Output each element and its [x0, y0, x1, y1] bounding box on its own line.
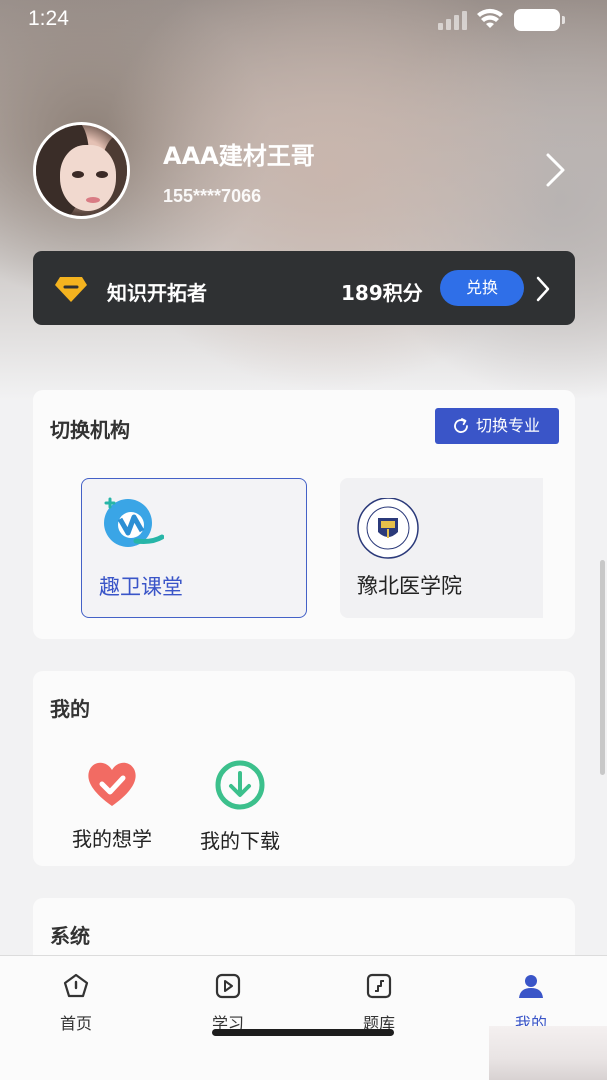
scrollbar[interactable] — [600, 560, 605, 775]
institution-list[interactable]: 趣卫课堂 豫北医学院 — [33, 476, 543, 618]
heart-check-icon — [88, 762, 136, 806]
membership-level: 知识开拓者 — [107, 281, 207, 305]
tab-home-label: 首页 — [59, 1014, 92, 1033]
diamond-badge-icon — [55, 277, 87, 302]
username: AAA建材王哥 — [163, 142, 315, 170]
exchange-button[interactable]: 兑换 — [440, 270, 524, 306]
tab-home[interactable]: 首页 — [36, 972, 116, 1034]
chevron-right-icon[interactable] — [540, 152, 570, 188]
my-wishlist-label: 我的想学 — [72, 827, 152, 851]
institution-name: 豫北医学院 — [357, 574, 462, 598]
avatar[interactable] — [33, 122, 130, 219]
institution-name: 趣卫课堂 — [99, 575, 183, 599]
institution-card: 切换机构 切换专业 趣卫课堂 豫北医学院 — [33, 390, 575, 639]
qwkt-logo-icon — [104, 497, 164, 547]
wifi-icon — [477, 8, 503, 28]
status-bar: 1:24 — [0, 0, 607, 40]
signal-icon — [438, 10, 468, 30]
tab-mine[interactable]: 我的 — [491, 972, 571, 1034]
battery-icon — [514, 9, 565, 31]
institution-item[interactable]: 趣卫课堂 — [81, 478, 307, 618]
my-downloads-button[interactable]: 我的下载 — [190, 759, 290, 854]
system-title: 系统 — [50, 924, 90, 948]
download-icon — [215, 760, 265, 810]
institution-item[interactable]: 豫北医学院 — [340, 478, 543, 618]
status-time: 1:24 — [28, 7, 69, 30]
yubei-medical-logo-icon — [357, 498, 419, 559]
question-bank-icon — [366, 973, 392, 999]
home-indicator[interactable] — [212, 1029, 394, 1036]
home-icon — [63, 973, 89, 998]
points-count: 189积分 — [341, 281, 423, 305]
chevron-right-icon[interactable] — [533, 275, 553, 303]
tab-question-bank[interactable]: 题库 — [339, 972, 419, 1034]
switch-major-label: 切换专业 — [476, 416, 541, 435]
mine-title: 我的 — [50, 697, 90, 721]
play-icon — [215, 973, 241, 999]
phone-number: 155****7066 — [163, 186, 262, 206]
my-downloads-label: 我的下载 — [200, 829, 280, 853]
refresh-icon — [454, 418, 468, 433]
institution-title: 切换机构 — [50, 418, 130, 442]
membership-bar[interactable]: 知识开拓者 189积分 兑换 — [33, 251, 575, 325]
switch-major-button[interactable]: 切换专业 — [435, 408, 559, 444]
image-overlay — [489, 1026, 607, 1080]
tab-study[interactable]: 学习 — [188, 972, 268, 1034]
my-wishlist-button[interactable]: 我的想学 — [62, 759, 162, 852]
mine-card: 我的 我的想学 我的下载 — [33, 671, 575, 866]
user-icon — [519, 975, 543, 998]
